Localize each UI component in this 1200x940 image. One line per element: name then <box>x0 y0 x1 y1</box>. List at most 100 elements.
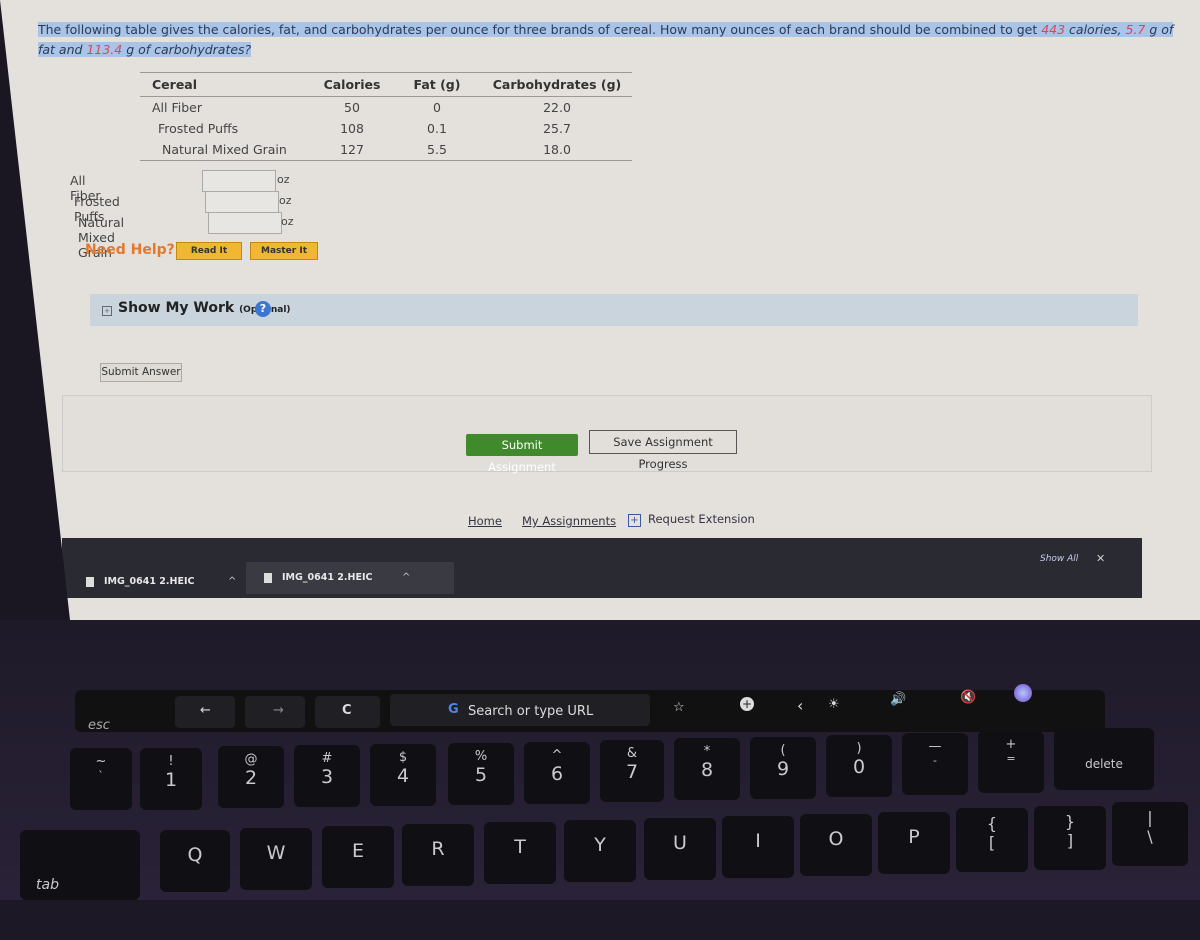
natural-mixed-grain-ounces-input[interactable] <box>208 212 282 234</box>
chevron-up-icon[interactable]: ^ <box>402 572 410 583</box>
key-shift-label: @ <box>244 752 258 767</box>
tab-key[interactable]: tab <box>20 830 140 900</box>
siri-icon[interactable] <box>1014 684 1032 702</box>
expand-icon[interactable]: + <box>102 306 112 316</box>
key-q[interactable]: Q <box>160 830 230 892</box>
key-p[interactable]: P <box>878 812 950 874</box>
key-label: 0 <box>852 756 866 778</box>
key-minus[interactable]: — - <box>902 733 968 795</box>
key-shift-label: ~ <box>95 754 107 769</box>
google-icon: G <box>448 702 459 717</box>
arrow-left-icon: ← <box>200 703 211 718</box>
key-4[interactable]: $4 <box>370 744 436 806</box>
key-5[interactable]: % 5 <box>448 743 514 805</box>
volume-icon[interactable]: 🔊 <box>890 692 906 707</box>
footer-link-home[interactable]: Home <box>468 514 502 528</box>
delete-key[interactable]: delete <box>1054 728 1154 790</box>
key-3[interactable]: #3 <box>294 745 360 807</box>
key-label: ` <box>98 769 104 782</box>
brightness-icon[interactable]: ☀ <box>828 697 840 712</box>
key-w[interactable]: W <box>240 828 312 890</box>
submit-answer-button[interactable]: Submit Answer <box>100 363 182 382</box>
key-label: 8 <box>700 759 714 781</box>
cell-fat: 0.1 <box>427 121 447 136</box>
cell-calories: 127 <box>312 139 392 161</box>
key-7[interactable]: & 7 <box>600 740 664 802</box>
cell-carbs: 22.0 <box>543 100 571 115</box>
my-assignments-link[interactable]: My Assignments <box>522 514 616 528</box>
key-backtick[interactable]: ~ ` <box>70 748 132 810</box>
close-icon[interactable]: ✕ <box>1096 552 1105 565</box>
key-shift-label: $ <box>398 750 408 765</box>
cell-calories: 108 <box>340 121 364 136</box>
key-u[interactable]: U <box>644 818 716 880</box>
header-carbohydrates: Carbohydrates (g) <box>482 72 632 97</box>
key-label: 5 <box>474 764 488 786</box>
chevron-up-icon[interactable]: ^ <box>228 576 236 587</box>
key-i[interactable]: I <box>722 816 794 878</box>
key-backslash[interactable]: | \ <box>1112 802 1188 866</box>
reload-icon: C <box>342 703 352 718</box>
submit-assignment-button[interactable]: Submit Assignment <box>466 434 578 474</box>
key-2[interactable]: @2 <box>218 746 284 808</box>
key-shift-label: ! <box>168 754 174 769</box>
download-item[interactable]: IMG_0641 2.HEIC <box>246 562 454 594</box>
key-shift-label: # <box>321 751 333 766</box>
key-label: 1 <box>164 769 178 791</box>
cell-cereal: Frosted Puffs <box>158 121 239 136</box>
home-link[interactable]: Home <box>468 514 502 528</box>
table-row: Frosted Puffs 108 0.1 25.7 <box>140 118 632 139</box>
key-left-bracket[interactable]: {[ <box>956 808 1028 872</box>
cereal-table: Cereal Calories Fat (g) Carbohydrates (g… <box>140 72 632 161</box>
key-shift-label: } <box>1064 812 1076 831</box>
help-icon[interactable]: ? <box>255 301 271 317</box>
mute-icon[interactable]: 🔇 <box>960 690 976 705</box>
key-equals[interactable]: + = <box>978 731 1044 793</box>
key-e[interactable]: E <box>322 826 394 888</box>
key-right-bracket[interactable]: }] <box>1034 806 1106 870</box>
key-shift-label: & <box>626 746 638 761</box>
target-carbs: 113.4 <box>86 42 123 57</box>
key-6[interactable]: ^ 6 <box>524 742 590 804</box>
cell-calories: 50 <box>344 100 360 115</box>
key-label: = <box>1006 752 1016 765</box>
footer-link-my-assignments[interactable]: My Assignments <box>522 514 616 528</box>
all-fiber-ounces-input[interactable] <box>202 170 276 192</box>
key-label: 6 <box>550 763 564 785</box>
key-t[interactable]: T <box>484 822 556 884</box>
cell-fat: 0 <box>433 100 441 115</box>
table-row: All Fiber 50 0 22.0 <box>140 97 632 119</box>
download-filename: IMG_0641 2.HEIC <box>104 576 195 587</box>
key-1[interactable]: ! 1 <box>140 748 202 810</box>
key-r[interactable]: R <box>402 824 474 886</box>
unit-label: oz <box>279 194 292 207</box>
cell-fat: 5.5 <box>392 139 482 161</box>
key-label: 3 <box>320 766 334 788</box>
request-extension-link[interactable]: Request Extension <box>648 512 755 526</box>
key-label: ] <box>1066 831 1074 850</box>
read-it-button[interactable]: Read It <box>176 242 242 260</box>
download-filename: IMG_0641 2.HEIC <box>282 572 373 583</box>
new-tab-icon[interactable]: + <box>740 697 754 711</box>
search-placeholder: Search or type URL <box>468 704 594 719</box>
save-assignment-progress-button[interactable]: Save Assignment Progress <box>589 430 737 471</box>
key-label: [ <box>988 833 996 852</box>
frosted-puffs-ounces-input[interactable] <box>205 191 279 213</box>
key-9[interactable]: (9 <box>750 737 816 799</box>
cell-carbs: 18.0 <box>482 139 632 161</box>
key-o[interactable]: O <box>800 814 872 876</box>
show-my-work-title: Show My Work <box>118 300 235 316</box>
key-shift-label: ^ <box>551 748 563 763</box>
master-it-button[interactable]: Master It <box>250 242 318 260</box>
key-y[interactable]: Y <box>564 820 636 882</box>
key-8[interactable]: * 8 <box>674 738 740 800</box>
question-calories-text: calories, <box>1065 22 1126 37</box>
key-0[interactable]: ) 0 <box>826 735 892 797</box>
esc-key[interactable]: esc <box>88 718 110 733</box>
key-label: \ <box>1147 827 1153 846</box>
collapse-icon[interactable]: ‹ <box>797 696 803 715</box>
question-carbs-text: g of carbohydrates? <box>122 42 252 57</box>
show-all-downloads-button[interactable]: Show All <box>1040 554 1078 564</box>
header-cereal: Cereal <box>140 72 312 97</box>
star-icon[interactable]: ☆ <box>673 700 685 715</box>
